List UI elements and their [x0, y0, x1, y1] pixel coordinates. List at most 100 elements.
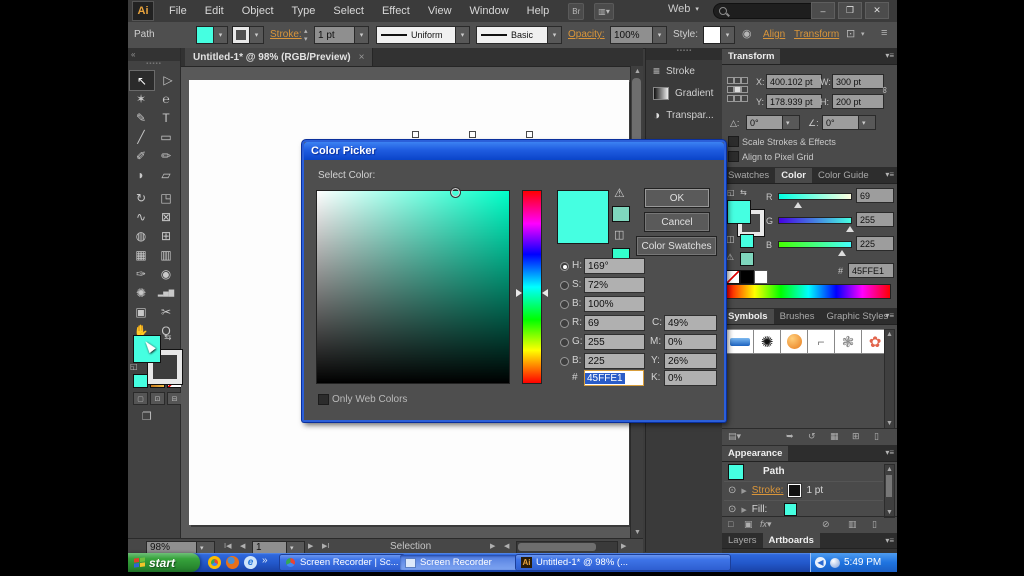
stroke-color-dropdown-icon[interactable]: ▾ — [249, 26, 264, 44]
style-swatch[interactable] — [703, 26, 721, 44]
appearance-scroll-thumb[interactable] — [886, 475, 892, 497]
tab-appearance[interactable]: Appearance — [722, 446, 788, 461]
tab-color-guide[interactable]: Color Guide — [812, 168, 875, 183]
color-spectrum-bar[interactable] — [726, 284, 891, 299]
symbol-thumb-banner[interactable] — [726, 329, 754, 354]
draw-behind-button[interactable]: ⊡ — [150, 392, 165, 405]
b-slider[interactable] — [778, 241, 852, 248]
tools-panel-grip[interactable]: ▪▪▪▪▪ — [128, 61, 180, 69]
width-tool[interactable]: ∿ — [129, 207, 153, 226]
b-radio[interactable] — [560, 300, 569, 309]
g-value-field[interactable]: 255 — [856, 212, 894, 227]
default-fill-stroke-icon[interactable]: ◱ — [130, 362, 138, 371]
fill-color-dropdown-icon[interactable]: ▾ — [213, 26, 228, 44]
gamut-warning-icon[interactable]: ⚠ — [614, 186, 625, 200]
status-expand-icon[interactable]: ▶ — [490, 542, 495, 550]
type-tool[interactable]: T — [154, 108, 178, 127]
blob-brush-tool[interactable]: ◗ — [129, 165, 153, 184]
task-button-screen-recorder[interactable]: Screen Recorder — [400, 555, 520, 570]
isolate-selection-icon[interactable]: ⊡ — [846, 27, 855, 40]
scroll-up-icon[interactable]: ▲ — [634, 68, 641, 75]
menu-select[interactable]: Select — [324, 0, 373, 22]
appearance-fill-label[interactable]: Fill: — [752, 504, 768, 515]
transform-panel-menu-icon[interactable]: ▾≡ — [885, 51, 894, 60]
fill-visibility-eye-icon[interactable]: ⊙ — [728, 504, 736, 515]
color-mode-button[interactable] — [133, 374, 148, 388]
appearance-scroll-down-icon[interactable]: ▼ — [886, 509, 893, 516]
h-field[interactable]: 200 pt — [832, 94, 884, 109]
search-input[interactable] — [713, 3, 820, 19]
none-swatch[interactable] — [726, 270, 740, 284]
lasso-tool[interactable]: ℮ — [154, 89, 178, 108]
opacity-label[interactable]: Opacity: — [568, 29, 605, 40]
g-radio[interactable] — [560, 338, 569, 347]
ok-button[interactable]: OK — [644, 188, 710, 208]
symbol-thumb-orb[interactable] — [780, 329, 808, 354]
screen-mode-button[interactable]: ❐ — [142, 410, 152, 423]
variable-width-profile-select[interactable]: Uniform — [376, 26, 462, 44]
paintbrush-tool[interactable]: ✐ — [129, 146, 153, 165]
s-radio[interactable] — [560, 281, 569, 290]
b-slider-thumb[interactable] — [838, 246, 846, 256]
stroke-color-swatch[interactable] — [232, 26, 250, 44]
eraser-tool[interactable]: ▱ — [154, 165, 178, 184]
tab-brushes[interactable]: Brushes — [774, 309, 821, 324]
hscroll-left-icon[interactable]: ◀ — [504, 542, 509, 550]
symbol-sprayer-tool[interactable]: ✺ — [129, 283, 153, 302]
fill-color-swatch[interactable] — [196, 26, 214, 44]
add-stroke-icon[interactable]: □ — [728, 519, 733, 529]
pen-tool[interactable]: ✎ — [129, 108, 153, 127]
reference-point-locator[interactable] — [727, 77, 746, 102]
r-value-field[interactable]: 69 — [856, 188, 894, 203]
minimize-button[interactable]: – — [811, 2, 835, 19]
appearance-stroke-row[interactable]: ⊙ ▶ Stroke: 1 pt — [724, 481, 883, 501]
symbols-scrollbar[interactable]: ▲ ▼ — [884, 329, 895, 429]
fill-expand-icon[interactable]: ▶ — [741, 506, 746, 514]
transform-link[interactable]: Transform — [794, 29, 839, 40]
r-slider-thumb[interactable] — [794, 198, 802, 208]
hue-marker-left[interactable] — [516, 289, 526, 297]
color-swap-icon[interactable]: ⇆ — [740, 188, 747, 197]
appearance-stroke-label[interactable]: Stroke: — [752, 485, 784, 496]
align-link[interactable]: Align — [763, 29, 785, 40]
color-field-marker[interactable] — [450, 187, 461, 198]
w-field[interactable]: 300 pt — [832, 74, 884, 89]
r-field[interactable]: 69 — [584, 315, 645, 331]
style-dropdown-icon[interactable]: ▾ — [720, 26, 735, 44]
c-field[interactable]: 49% — [664, 315, 717, 331]
eyedropper-tool[interactable]: ✑ — [129, 264, 153, 283]
cancel-button[interactable]: Cancel — [644, 212, 710, 232]
web-cube-icon[interactable]: ◫ — [614, 228, 624, 241]
arrange-documents-icon[interactable]: ▥▾ — [594, 3, 614, 20]
menu-edit[interactable]: Edit — [196, 0, 233, 22]
scroll-down-icon[interactable]: ▼ — [634, 529, 641, 536]
dock-item-gradient[interactable]: Gradient — [646, 82, 723, 104]
draw-inside-button[interactable]: ⊟ — [167, 392, 182, 405]
perspective-grid-tool[interactable]: ⊞ — [154, 226, 178, 245]
artboard-tool[interactable]: ▣ — [129, 302, 153, 321]
line-segment-tool[interactable]: ╱ — [129, 127, 153, 146]
menu-file[interactable]: File — [160, 0, 196, 22]
direct-selection-tool[interactable]: ▷ — [156, 70, 180, 89]
out-of-web-cube-icon[interactable]: ◫ — [726, 234, 735, 245]
s-field[interactable]: 72% — [584, 277, 645, 293]
r-radio[interactable] — [560, 319, 569, 328]
y-field[interactable]: 26% — [664, 353, 717, 369]
prev-artboard-icon[interactable]: ◀ — [240, 542, 245, 550]
hscroll-right-icon[interactable]: ▶ — [621, 542, 626, 550]
column-graph-tool[interactable]: ▂▅▇ — [154, 283, 178, 302]
hue-marker-right[interactable] — [538, 289, 548, 297]
break-link-icon[interactable]: ↺ — [808, 431, 816, 442]
brush-definition-select[interactable]: Basic — [476, 26, 554, 44]
b2-radio[interactable] — [560, 357, 569, 366]
selection-tool[interactable]: ↖ — [129, 70, 155, 91]
tab-transform[interactable]: Transform — [722, 49, 780, 64]
free-transform-tool[interactable]: ⊠ — [154, 207, 178, 226]
restore-button[interactable]: ❐ — [838, 2, 862, 19]
add-effect-icon[interactable]: fx▾ — [760, 519, 772, 530]
g-slider-thumb[interactable] — [846, 222, 854, 232]
saturation-brightness-field[interactable] — [316, 190, 510, 384]
place-symbol-icon[interactable]: ➥ — [786, 431, 794, 442]
stroke-weight-label[interactable]: Stroke: — [270, 29, 302, 40]
last-artboard-icon[interactable]: ▶Ⅰ — [322, 542, 329, 550]
